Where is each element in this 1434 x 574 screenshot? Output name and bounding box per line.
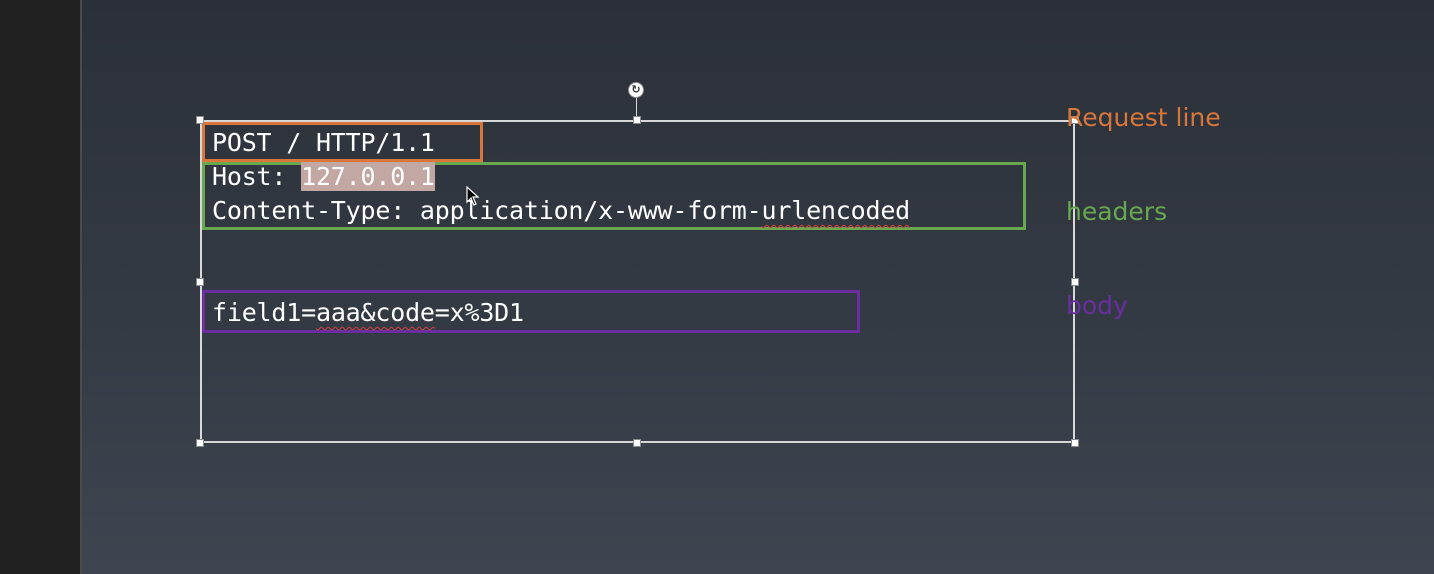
body-text-line[interactable]: field1=aaa&code=x%3D1 bbox=[212, 297, 524, 329]
resize-handle-bottom-right[interactable] bbox=[1071, 439, 1079, 447]
body-text-part: =x%3D1 bbox=[434, 298, 524, 327]
host-header-label: Host: bbox=[212, 162, 302, 191]
rotate-icon[interactable]: ↻ bbox=[628, 82, 644, 98]
content-type-header-line[interactable]: Content-Type: application/x-www-form-url… bbox=[212, 195, 910, 227]
host-value-selected[interactable]: 127.0.0.1 bbox=[301, 162, 435, 191]
resize-handle-middle-right[interactable] bbox=[1071, 278, 1079, 286]
spellcheck-underlined-word: urlencoded bbox=[761, 196, 911, 225]
content-type-label: Content-Type: bbox=[212, 196, 420, 225]
slide-thumbnail-panel bbox=[0, 0, 80, 574]
resize-handle-middle-left[interactable] bbox=[196, 278, 204, 286]
resize-handle-bottom-left[interactable] bbox=[196, 439, 204, 447]
request-line-label: Request line bbox=[1066, 103, 1221, 132]
body-text-part: field1= bbox=[212, 298, 316, 327]
request-line-text[interactable]: POST / HTTP/1.1 bbox=[212, 127, 435, 159]
resize-handle-top-left[interactable] bbox=[196, 116, 204, 124]
resize-handle-top-center[interactable] bbox=[633, 116, 641, 124]
headers-label: headers bbox=[1066, 197, 1168, 226]
resize-handle-bottom-center[interactable] bbox=[633, 439, 641, 447]
host-header-line[interactable]: Host: 127.0.0.1 bbox=[212, 161, 435, 193]
spellcheck-underlined-body: aaa&code bbox=[315, 298, 435, 327]
mouse-pointer-icon bbox=[466, 186, 480, 206]
body-label: body bbox=[1066, 291, 1128, 320]
